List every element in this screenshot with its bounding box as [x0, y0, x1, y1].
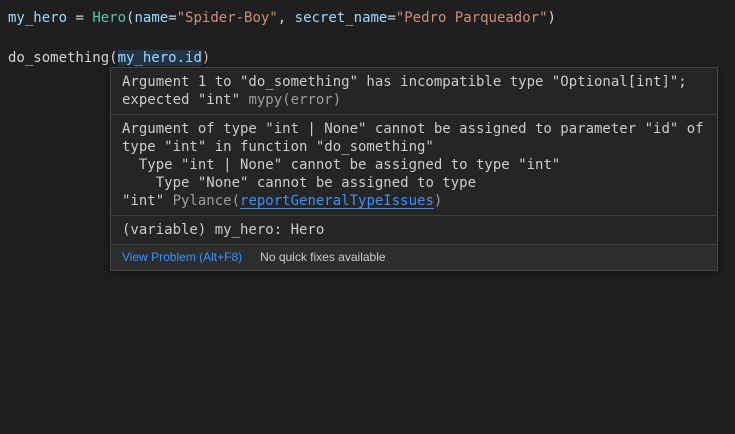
hover-text-line: Type "None" cannot be assigned to type — [122, 174, 706, 192]
text-segment: Type "None" cannot be assigned to type — [122, 175, 476, 191]
code-editor[interactable]: my_hero = Hero(name="Spider-Boy", secret… — [0, 0, 735, 434]
text-segment: = — [387, 10, 395, 26]
variable-info: (variable) my_hero: Hero — [111, 216, 717, 245]
hover-text-line: Argument of type "int | None" cannot be … — [122, 120, 706, 138]
quick-fix-status: No quick fixes available — [260, 250, 385, 264]
text-segment: my_hero.id — [118, 50, 202, 66]
text-segment: "Spider-Boy" — [177, 10, 278, 26]
text-segment: (variable) my_hero: Hero — [122, 222, 324, 238]
hover-text-line: (variable) my_hero: Hero — [122, 221, 706, 239]
text-segment: secret_name — [295, 10, 388, 26]
text-segment: ) — [434, 193, 442, 209]
hover-text-line: type "int" in function "do_something" — [122, 138, 706, 156]
code-line-2[interactable] — [8, 28, 735, 48]
hover-text-line: "int" Pylance(reportGeneralTypeIssues) — [122, 192, 706, 210]
text-segment: Argument of type "int | None" cannot be … — [122, 121, 704, 137]
text-segment: = — [168, 10, 176, 26]
hover-text-line: Type "int | None" cannot be assigned to … — [122, 156, 706, 174]
text-segment: name — [134, 10, 168, 26]
text-segment: Hero — [92, 10, 126, 26]
text-segment: ( — [109, 50, 117, 66]
code-area: my_hero = Hero(name="Spider-Boy", secret… — [8, 8, 735, 68]
text-segment: do_something — [8, 50, 109, 66]
hover-text-line: Argument 1 to "do_something" has incompa… — [122, 73, 706, 91]
text-segment: expected "int" — [122, 92, 248, 108]
text-segment: Argument 1 to "do_something" has incompa… — [122, 74, 687, 90]
diagnostic-mypy: Argument 1 to "do_something" has incompa… — [111, 68, 717, 115]
text-segment: type "int" in function "do_something" — [122, 139, 434, 155]
hover-status-bar: View Problem (Alt+F8) No quick fixes ava… — [111, 245, 717, 270]
text-segment: "Pedro Parqueador" — [396, 10, 548, 26]
diagnostic-pylance: Argument of type "int | None" cannot be … — [111, 115, 717, 216]
hover-tooltip: Argument 1 to "do_something" has incompa… — [110, 67, 718, 271]
text-segment: my_hero — [8, 10, 67, 26]
text-segment: ) — [548, 10, 556, 26]
code-line-1[interactable]: my_hero = Hero(name="Spider-Boy", secret… — [8, 8, 735, 28]
text-segment: = — [67, 10, 92, 26]
code-line-3[interactable]: do_something(my_hero.id) — [8, 48, 735, 68]
diagnostic-code-link[interactable]: reportGeneralTypeIssues — [240, 193, 434, 209]
view-problem-link[interactable]: View Problem (Alt+F8) — [122, 250, 242, 264]
text-segment: "int" — [122, 193, 173, 209]
text-segment: mypy(error) — [248, 92, 341, 108]
text-segment: ) — [202, 50, 210, 66]
hover-text-line: expected "int" mypy(error) — [122, 91, 706, 109]
text-segment: Pylance( — [173, 193, 240, 209]
text-segment: , — [278, 10, 295, 26]
text-segment: Type "int | None" cannot be assigned to … — [122, 157, 560, 173]
